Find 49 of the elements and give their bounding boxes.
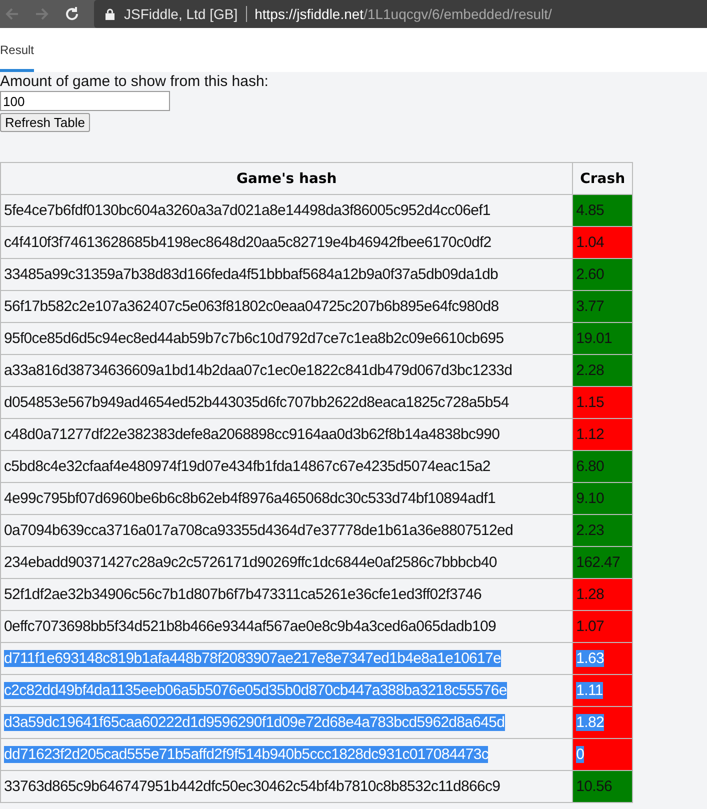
refresh-table-button[interactable]: Refresh Table	[0, 113, 90, 132]
hash-text: 0effc7073698bb5f34d521b8b466e9344af567ae0e8c9b4a3ced6a065dadb109	[4, 618, 496, 635]
crash-text: 1.07	[576, 618, 604, 635]
crash-text: 1.63	[576, 650, 604, 667]
crash-text: 0	[576, 746, 584, 763]
crash-text: 4.85	[576, 202, 604, 219]
hash-text: 95f0ce85d6d5c94ec8ed44ab59b7c7b6c10d792d7ce7c1ea8b2c09e6610cb695	[4, 330, 504, 347]
crash-text: 1.28	[576, 586, 604, 603]
crash-text: 1.04	[576, 234, 604, 251]
crash-text: 1.12	[576, 426, 604, 443]
forward-arrow-icon[interactable]	[34, 6, 50, 22]
hash-text: c2c82dd49bf4da1135eeb06a5b5076e05d35b0d870cb447a388ba3218c55576e	[4, 682, 507, 699]
crash-text: 1.11	[576, 682, 603, 699]
crash-text: 1.82	[576, 714, 604, 731]
reload-icon[interactable]	[64, 6, 80, 22]
hash-text: 56f17b582c2e107a362407c5e063f81802c0eaa04725c207b6b895e64fc980d8	[4, 298, 499, 315]
hash-text: d054853e567b949ad4654ed52b443035d6fc707bb2622d8eaca1825c728a5b54	[4, 394, 509, 411]
crash-text: 2.28	[576, 362, 604, 379]
hash-text: 0a7094b639cca3716a017a708ca93355d4364d7e37778de1b61a36e8807512ed	[4, 522, 513, 539]
column-header: Game's hash	[0, 162, 573, 194]
crash-text: 2.23	[576, 522, 604, 539]
tab[interactable]: Result	[0, 38, 34, 72]
crash-text: 2.60	[576, 266, 604, 283]
hash-text: c4f410f3f74613628685b4198ec8648d20aa5c82719e4b46942fbee6170c0df2	[4, 234, 492, 251]
hash-text: d711f1e693148c819b1afa448b78f2083907ae217e8e7347ed1b4e8a1e10617e	[4, 650, 502, 667]
crash-text: 10.56	[576, 778, 612, 795]
address-bar[interactable]: JSFiddle, Ltd [GB] https://jsfiddle.net/1L1uqcgv/6/embedded/result/	[94, 0, 707, 28]
hash-text: 33763d865c9b646747951b442dfc50ec30462c54bf4b7810c8b8532c11d866c9	[4, 778, 500, 795]
crash-text: 1.15	[576, 394, 604, 411]
hash-text: 234ebadd90371427c28a9c2c5726171d90269ffc1dc6844e0af2586c7bbbcb40	[4, 554, 497, 571]
hash-text: 4e99c795bf07d6960be6b6c8b62eb4f8976a465068dc30c533d74bf10894adf1	[4, 490, 496, 507]
hash-text: c5bd8c4e32cfaaf4e480974f19d07e434fb1fda14867c67e4235d5074eac15a2	[4, 458, 490, 475]
back-arrow-icon[interactable]	[4, 6, 20, 22]
amount-label: Amount of game to show from this hash:	[0, 74, 270, 90]
hash-text: 5fe4ce7b6fdf0130bc604a3260a3a7d021a8e14498da3f86005c952d4cc06ef1	[4, 202, 490, 219]
url-text: https://jsfiddle.net/1L1uqcgv/6/embedded/result/	[254, 6, 552, 22]
hash-text: c48d0a71277df22e382383defe8a2068898cc9164aa0d3b62f8b14a4838bc990	[4, 426, 500, 443]
hash-text: 33485a99c31359a7b38d83d166feda4f51bbbaf5684a12b9a0f37a5db09da1db	[4, 266, 498, 283]
crash-text: 19.01	[576, 330, 612, 347]
hash-text: d3a59dc19641f65caa60222d1d9596290f1d09e72d68e4a783bcd5962d8a645d	[4, 714, 505, 731]
hash-text: a33a816d38734636609a1bd14b2daa07c1ec0e1822c841db479d067d3bc1233d	[4, 362, 512, 379]
lock-icon	[104, 7, 116, 21]
crash-text: 3.77	[576, 298, 604, 315]
crash-text: 162.47	[576, 554, 620, 571]
amount-input[interactable]: 100	[0, 91, 170, 111]
crash-text: 6.80	[576, 458, 604, 475]
crash-text: 9.10	[576, 490, 604, 507]
site-identity: JSFiddle, Ltd [GB]	[124, 6, 247, 22]
hash-text: 52f1df2ae32b34906c56c7b1d807b6f7b473311ca5261e36cfe1ed3ff02f3746	[4, 586, 482, 603]
